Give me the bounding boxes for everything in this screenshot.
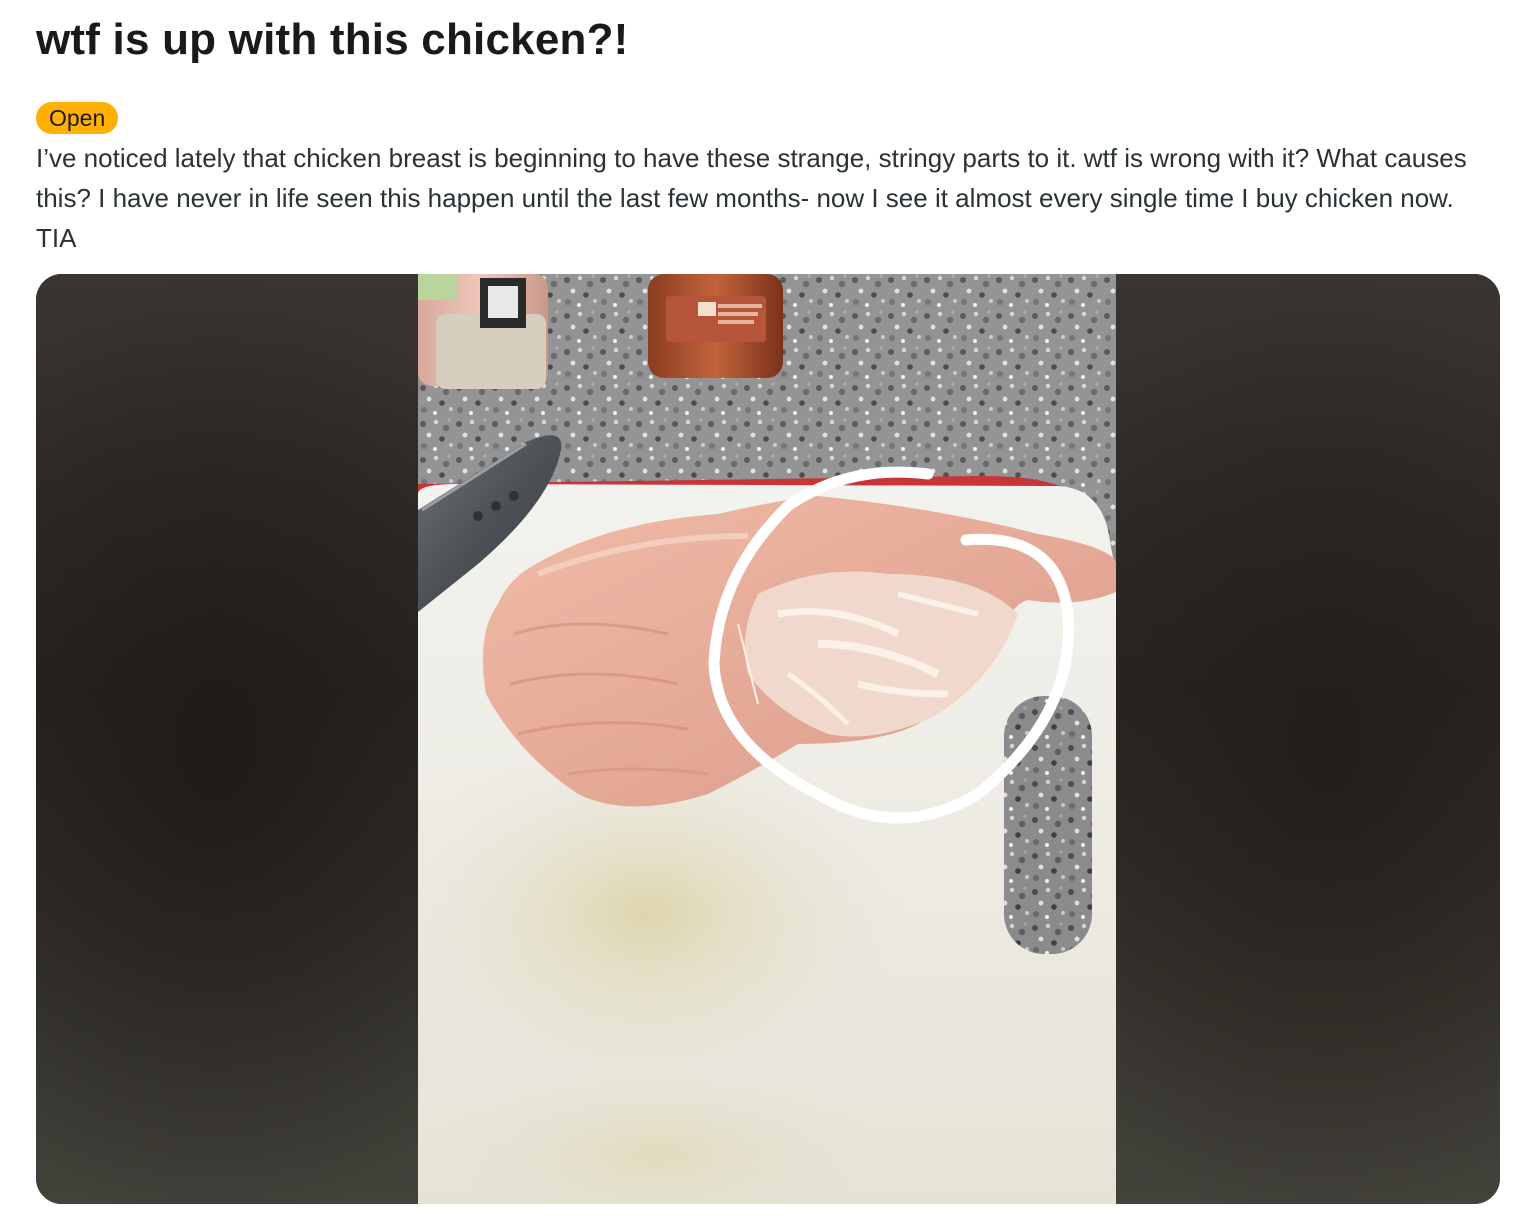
post-flair[interactable]: Open <box>36 102 119 134</box>
spice-jar-left <box>418 274 548 389</box>
post-media[interactable] <box>36 274 1500 1204</box>
chicken-photo[interactable] <box>418 274 1116 1204</box>
post-title: wtf is up with this chicken?! <box>36 15 629 64</box>
board-handle-hole <box>1004 696 1092 954</box>
post-body: I’ve noticed lately that chicken breast … <box>36 143 1467 253</box>
post: wtf is up with this chicken?! Open I’ve … <box>36 0 1500 258</box>
spice-jar-right <box>648 274 783 378</box>
